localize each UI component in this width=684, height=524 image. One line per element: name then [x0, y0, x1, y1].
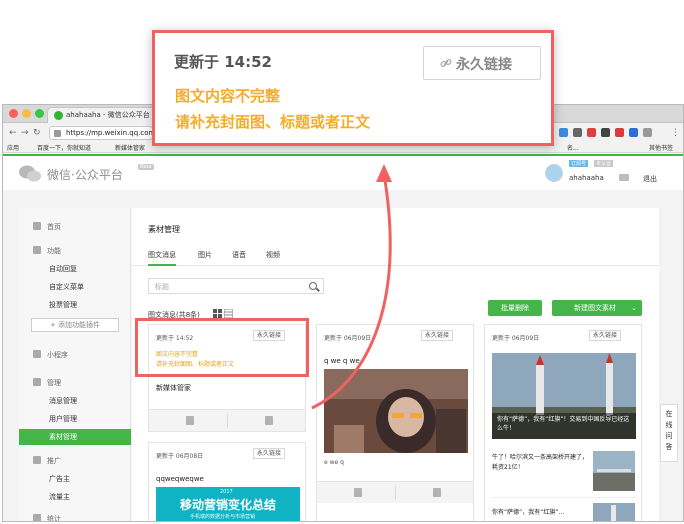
- callout-warning-line2: 请补充封面图、标题或者正文: [175, 113, 371, 131]
- callout-updated-time: 更新于 14:52: [174, 53, 272, 71]
- callout-permalink-label: 永久链接: [456, 57, 512, 73]
- callout-permalink-button[interactable]: 永久链接: [423, 46, 541, 80]
- link-icon: [440, 59, 452, 67]
- zoom-callout: 更新于 14:52 永久链接 图文内容不完整 请补充封面图、标题或者正文: [152, 30, 554, 146]
- screenshot-stage: { "browser": { "tab_title": "ahahaaha - …: [0, 0, 684, 524]
- callout-warning-line1: 图文内容不完整: [175, 87, 281, 105]
